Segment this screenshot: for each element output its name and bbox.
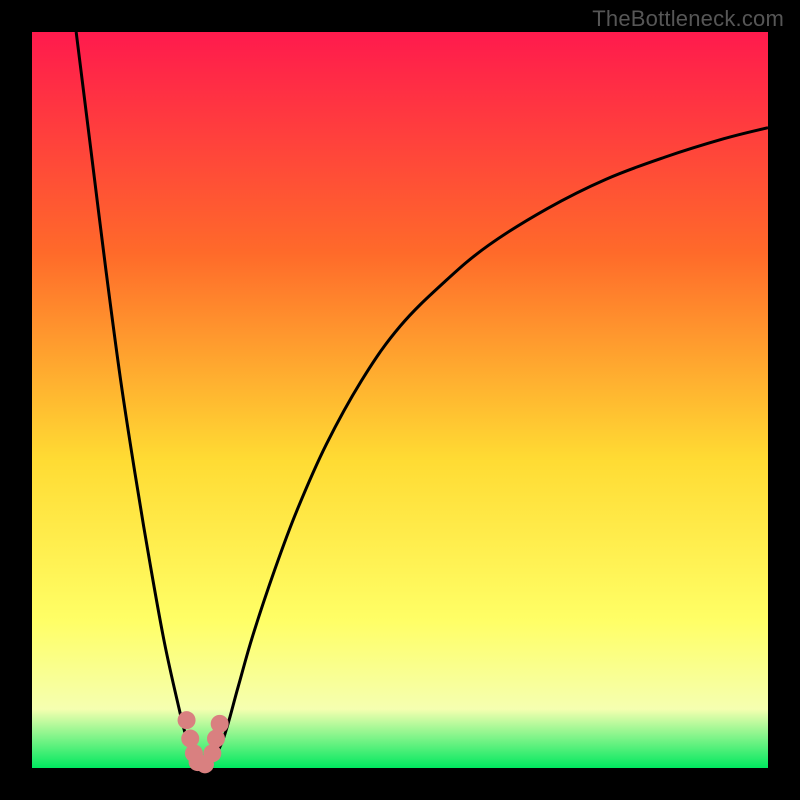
data-marker xyxy=(178,711,196,729)
frame: TheBottleneck.com xyxy=(0,0,800,800)
watermark: TheBottleneck.com xyxy=(592,6,784,32)
data-marker xyxy=(211,715,229,733)
left-curve xyxy=(76,32,201,768)
plot-area xyxy=(32,32,768,768)
curve-layer xyxy=(32,32,768,768)
right-curve xyxy=(209,128,768,768)
marker-group xyxy=(178,711,229,773)
